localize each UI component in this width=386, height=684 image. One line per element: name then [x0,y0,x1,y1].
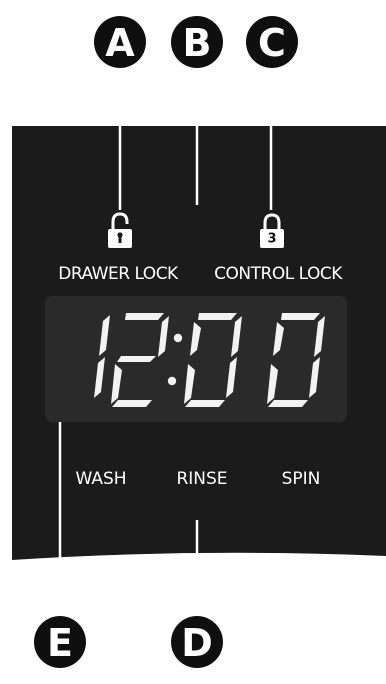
cycle-label-spin: SPIN [282,469,321,489]
callout-c-letter: C [258,21,286,65]
callout-a-letter: A [105,21,135,65]
control-lock-label: CONTROL LOCK [214,264,343,284]
digit-4-segment-d [268,400,308,407]
drawer-lock-label: DRAWER LOCK [58,264,179,284]
callout-b: B [171,16,223,68]
digit-3-segment-d [185,400,225,407]
callout-e: E [34,616,86,668]
display-colon-bottom [167,376,177,386]
callout-c: C [246,16,298,68]
callout-e-letter: E [47,621,73,665]
cycle-label-wash: WASH [75,469,126,489]
digit-2-segment-d [112,400,152,407]
cycle-label-rinse: RINSE [176,469,227,489]
digit-2-segment-g [117,356,156,362]
digit-4-segment-a [281,313,320,320]
control-panel-diagram: A B C E D DRAWER LOCK 3 CONTROL LOCK WAS… [12,16,386,668]
digit-2-segment-a [125,313,164,320]
callout-d: D [171,616,223,668]
digit-3-segment-a [198,313,237,320]
callout-a: A [94,16,146,68]
callout-b-letter: B [183,21,212,65]
callout-d-letter: D [181,621,213,665]
display-colon-top [173,333,183,343]
control-lock-digit: 3 [267,232,276,247]
